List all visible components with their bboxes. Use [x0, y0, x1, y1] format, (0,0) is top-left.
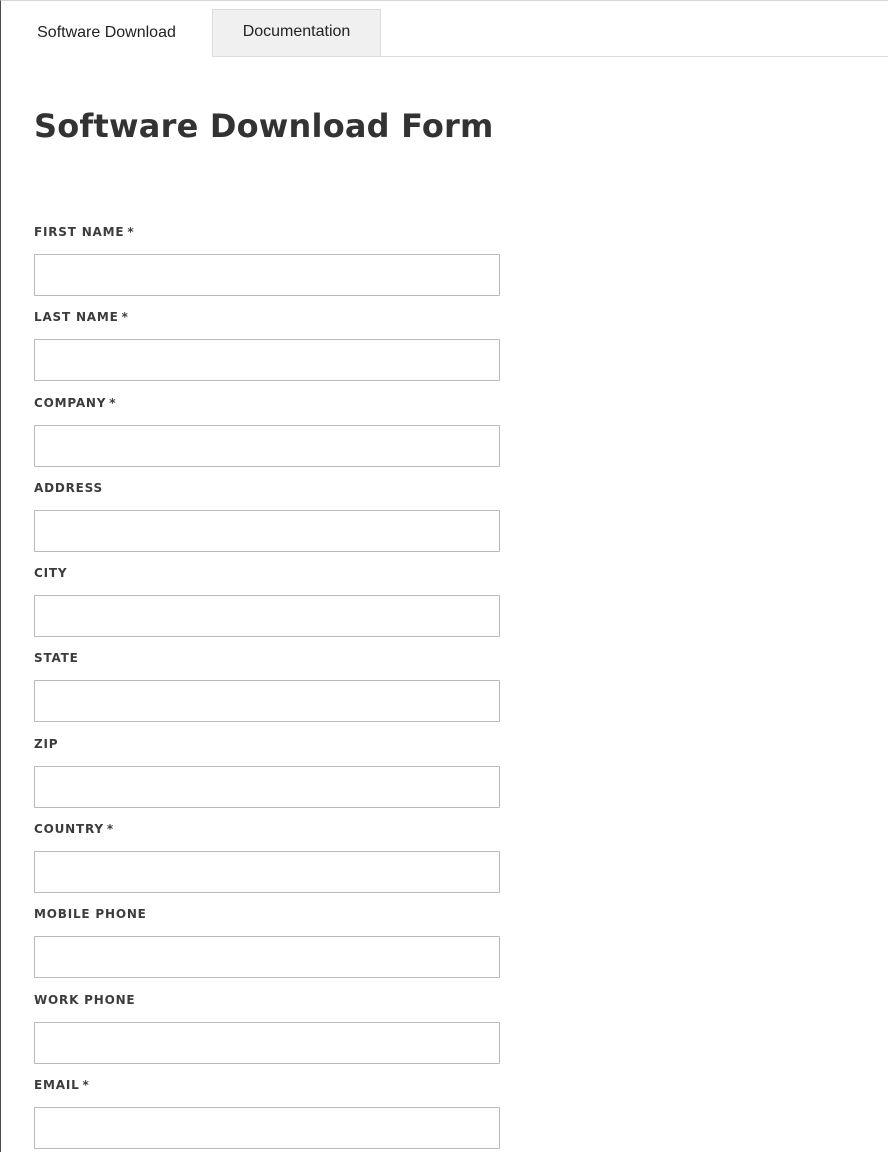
- company-label: COMPANY *: [34, 395, 117, 410]
- mobile-phone-label: MOBILE PHONE: [34, 907, 147, 922]
- first-name-label: FIRST NAME *: [34, 225, 135, 239]
- page-title: Software Download Form: [34, 107, 494, 145]
- first-name-input[interactable]: [34, 254, 500, 296]
- email-label: EMAIL *: [34, 1077, 90, 1092]
- last-name-input[interactable]: [34, 339, 500, 382]
- email-field: EMAIL *: [34, 1074, 500, 1152]
- state-label: STATE: [34, 651, 79, 666]
- work-phone-input[interactable]: [34, 1021, 500, 1064]
- state-input[interactable]: [34, 680, 500, 723]
- zip-label: ZIP: [34, 736, 59, 751]
- mobile-phone-field: MOBILE PHONE: [34, 903, 500, 988]
- tab-documentation[interactable]: Documentation: [213, 9, 381, 56]
- address-label: ADDRESS: [34, 480, 103, 495]
- company-field: COMPANY *: [34, 392, 500, 477]
- tab-bar: Software Download Documentation: [1, 9, 888, 57]
- required-marker: *: [109, 395, 117, 410]
- country-field: COUNTRY *: [34, 818, 500, 903]
- first-name-field: FIRST NAME *: [34, 221, 500, 306]
- zip-input[interactable]: [34, 765, 500, 808]
- country-label: COUNTRY *: [34, 822, 114, 837]
- last-name-field: LAST NAME *: [34, 306, 500, 391]
- zip-field: ZIP: [34, 733, 500, 818]
- tab-label: Documentation: [242, 23, 351, 40]
- address-input[interactable]: [34, 509, 500, 552]
- work-phone-label: WORK PHONE: [34, 992, 136, 1007]
- required-marker: *: [82, 1077, 90, 1092]
- mobile-phone-input[interactable]: [34, 936, 500, 979]
- last-name-label: LAST NAME *: [34, 310, 129, 325]
- work-phone-field: WORK PHONE: [34, 989, 500, 1074]
- city-input[interactable]: [34, 595, 500, 638]
- country-input[interactable]: [34, 851, 500, 894]
- city-field: CITY: [34, 562, 500, 647]
- state-field: STATE: [34, 647, 500, 732]
- tab-software-download[interactable]: Software Download: [1, 9, 213, 57]
- required-marker: *: [127, 225, 135, 239]
- address-field: ADDRESS: [34, 477, 500, 562]
- software-download-form: FIRST NAME * LAST NAME * COMPANY * ADDRESS …: [34, 221, 500, 1152]
- company-input[interactable]: [34, 424, 500, 467]
- tab-label: Software Download: [37, 24, 176, 41]
- page: Software Download Documentation Software…: [0, 0, 888, 1152]
- required-marker: *: [106, 822, 114, 837]
- required-marker: *: [121, 310, 129, 325]
- email-input[interactable]: [34, 1106, 500, 1149]
- city-label: CITY: [34, 566, 68, 581]
